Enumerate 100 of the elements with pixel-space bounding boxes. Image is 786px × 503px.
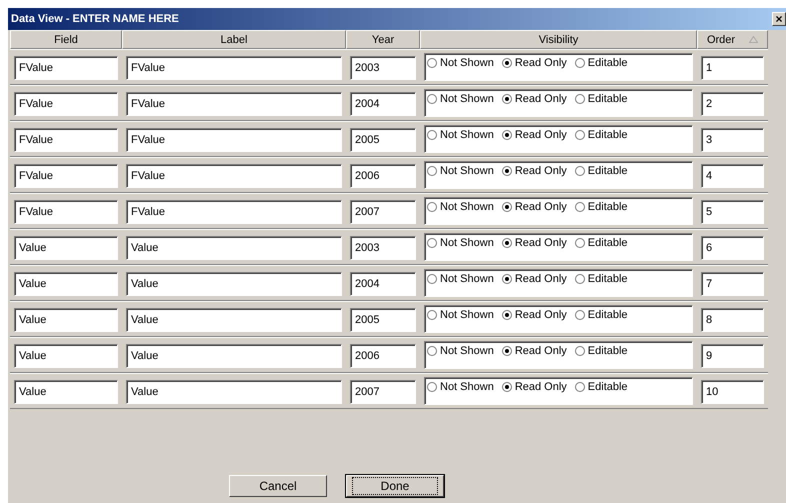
field-input[interactable]: FValue	[14, 200, 118, 224]
radio-button[interactable]	[427, 58, 437, 68]
order-input[interactable]: 3	[701, 128, 764, 152]
field-input[interactable]: Value	[14, 236, 118, 260]
label-input[interactable]: FValue	[126, 56, 342, 80]
label-input[interactable]: Value	[126, 344, 342, 368]
radio-button[interactable]	[502, 202, 512, 212]
label-input[interactable]: FValue	[126, 164, 342, 188]
year-input[interactable]: 2003	[350, 236, 416, 260]
radio-button[interactable]	[574, 310, 585, 320]
field-input[interactable]: FValue	[14, 164, 118, 188]
visibility-option[interactable]: Not Shown	[427, 57, 494, 69]
close-button[interactable]: ×	[772, 12, 786, 26]
radio-button[interactable]	[502, 166, 512, 176]
radio-button[interactable]	[574, 166, 585, 176]
visibility-option[interactable]: Editable	[574, 381, 628, 393]
field-input[interactable]: Value	[14, 272, 118, 296]
order-input[interactable]: 2	[701, 92, 764, 116]
year-input[interactable]: 2006	[350, 344, 416, 368]
order-input[interactable]: 10	[701, 380, 764, 404]
radio-button[interactable]	[574, 202, 585, 212]
visibility-option[interactable]: Editable	[574, 129, 628, 141]
radio-button[interactable]	[502, 58, 512, 68]
visibility-option[interactable]: Read Only	[502, 309, 567, 321]
visibility-option[interactable]: Editable	[574, 309, 628, 321]
radio-button[interactable]	[427, 166, 437, 176]
order-input[interactable]: 5	[701, 200, 764, 224]
radio-button[interactable]	[574, 274, 585, 284]
label-input[interactable]: Value	[126, 380, 342, 404]
visibility-option[interactable]: Read Only	[502, 165, 567, 177]
radio-button[interactable]	[427, 274, 437, 284]
label-input[interactable]: FValue	[126, 92, 342, 116]
year-input[interactable]: 2005	[350, 308, 416, 332]
field-input[interactable]: Value	[14, 344, 118, 368]
radio-button[interactable]	[502, 130, 512, 140]
visibility-option[interactable]: Editable	[574, 165, 628, 177]
order-input[interactable]: 9	[701, 344, 764, 368]
label-input[interactable]: FValue	[126, 128, 342, 152]
field-input[interactable]: Value	[14, 308, 118, 332]
column-header[interactable]: Year	[346, 30, 420, 49]
visibility-option[interactable]: Read Only	[502, 93, 567, 105]
visibility-option[interactable]: Not Shown	[427, 129, 494, 141]
order-input[interactable]: 1	[701, 56, 764, 80]
radio-button[interactable]	[574, 382, 585, 392]
year-input[interactable]: 2005	[350, 128, 416, 152]
field-input[interactable]: FValue	[14, 92, 118, 116]
label-input[interactable]: FValue	[126, 200, 342, 224]
order-input[interactable]: 8	[701, 308, 764, 332]
visibility-option[interactable]: Editable	[574, 345, 628, 357]
visibility-option[interactable]: Read Only	[502, 237, 567, 249]
visibility-option[interactable]: Read Only	[502, 381, 567, 393]
radio-button[interactable]	[574, 58, 585, 68]
radio-button[interactable]	[427, 382, 437, 392]
field-input[interactable]: FValue	[14, 128, 118, 152]
label-input[interactable]: Value	[126, 272, 342, 296]
visibility-option[interactable]: Editable	[574, 93, 628, 105]
radio-button[interactable]	[502, 238, 512, 248]
visibility-option[interactable]: Not Shown	[427, 309, 494, 321]
year-input[interactable]: 2004	[350, 272, 416, 296]
order-input[interactable]: 4	[701, 164, 764, 188]
radio-button[interactable]	[574, 130, 585, 140]
visibility-option[interactable]: Not Shown	[427, 345, 494, 357]
radio-button[interactable]	[427, 346, 437, 356]
year-input[interactable]: 2006	[350, 164, 416, 188]
radio-button[interactable]	[427, 94, 437, 104]
column-header[interactable]: Field	[10, 30, 122, 49]
visibility-option[interactable]: Editable	[574, 237, 628, 249]
order-input[interactable]: 7	[701, 272, 764, 296]
visibility-option[interactable]: Read Only	[502, 345, 567, 357]
visibility-option[interactable]: Editable	[574, 273, 628, 285]
visibility-option[interactable]: Not Shown	[427, 237, 494, 249]
label-input[interactable]: Value	[126, 236, 342, 260]
radio-button[interactable]	[427, 310, 437, 320]
visibility-option[interactable]: Editable	[574, 57, 628, 69]
radio-button[interactable]	[502, 310, 512, 320]
visibility-option[interactable]: Not Shown	[427, 381, 494, 393]
dialog-button[interactable]: Cancel	[229, 475, 327, 497]
field-input[interactable]: FValue	[14, 56, 118, 80]
label-input[interactable]: Value	[126, 308, 342, 332]
visibility-option[interactable]: Read Only	[502, 129, 567, 141]
radio-button[interactable]	[574, 238, 585, 248]
radio-button[interactable]	[502, 346, 512, 356]
visibility-option[interactable]: Editable	[574, 201, 628, 213]
radio-button[interactable]	[502, 94, 512, 104]
visibility-option[interactable]: Read Only	[502, 201, 567, 213]
visibility-option[interactable]: Read Only	[502, 57, 567, 69]
radio-button[interactable]	[427, 202, 437, 212]
column-header[interactable]: Visibility	[420, 30, 697, 49]
year-input[interactable]: 2004	[350, 92, 416, 116]
radio-button[interactable]	[574, 94, 585, 104]
visibility-option[interactable]: Not Shown	[427, 93, 494, 105]
year-input[interactable]: 2007	[350, 200, 416, 224]
visibility-option[interactable]: Not Shown	[427, 201, 494, 213]
visibility-option[interactable]: Read Only	[502, 273, 567, 285]
field-input[interactable]: Value	[14, 380, 118, 404]
column-header[interactable]: Label	[122, 30, 346, 49]
order-input[interactable]: 6	[701, 236, 764, 260]
radio-button[interactable]	[427, 238, 437, 248]
year-input[interactable]: 2003	[350, 56, 416, 80]
dialog-button[interactable]: Done	[346, 475, 444, 497]
